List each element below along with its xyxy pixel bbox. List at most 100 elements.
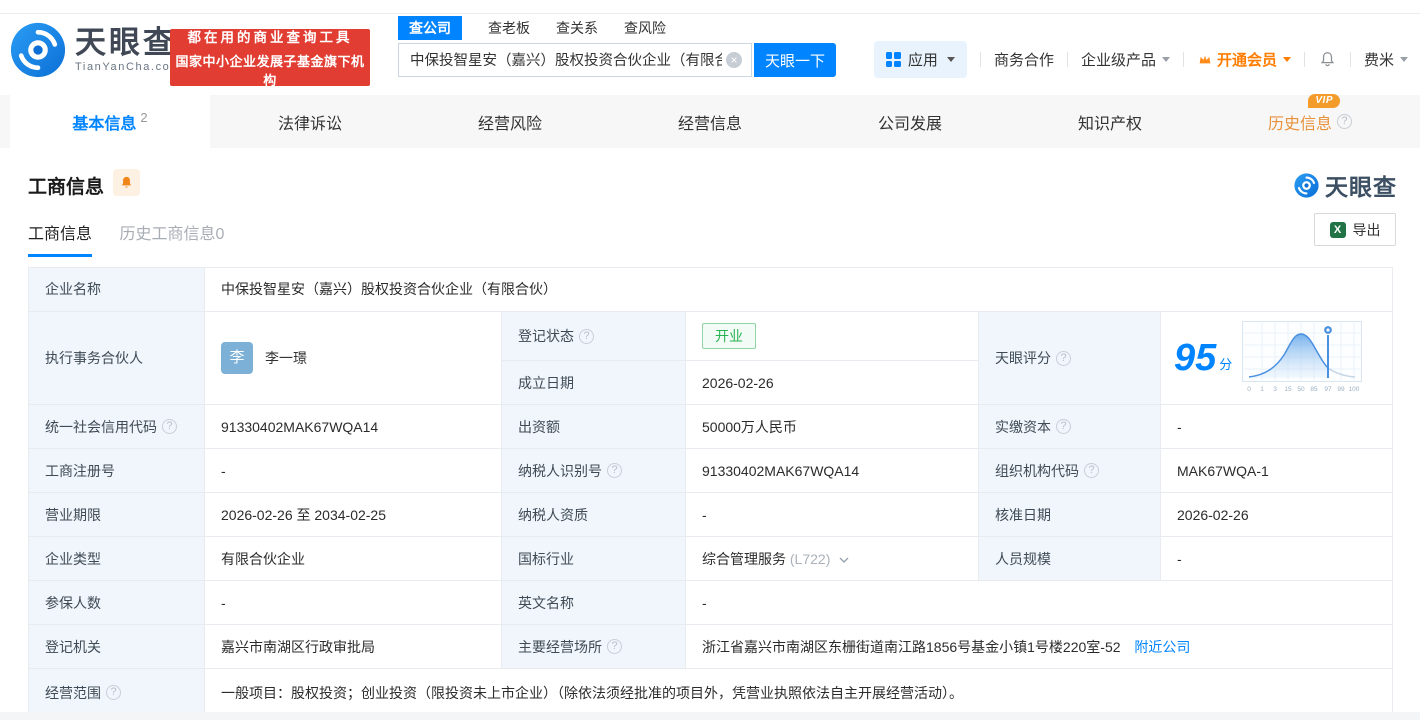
vip-badge: VIP: [1308, 93, 1340, 108]
tab-intellectual-property[interactable]: 知识产权: [1010, 95, 1210, 148]
tab-label: 公司发展: [877, 115, 942, 133]
help-icon[interactable]: [1056, 350, 1071, 366]
bottom-strip: [0, 712, 1420, 720]
brand-logo[interactable]: 天眼查 TianYanCha.com: [10, 22, 181, 78]
export-button[interactable]: 导出: [1314, 213, 1396, 246]
svg-text:0: 0: [1247, 386, 1251, 393]
field-label-org-code: 组织机构代码: [978, 448, 1161, 494]
divider: [1066, 52, 1068, 67]
help-icon[interactable]: [1084, 463, 1099, 479]
svg-text:100: 100: [1349, 386, 1360, 393]
nearby-companies-link[interactable]: 附近公司: [1134, 639, 1190, 655]
monitor-bell-button[interactable]: [113, 169, 140, 196]
tab-business-info[interactable]: 经营信息: [610, 95, 810, 148]
field-value-registration-number: -: [204, 448, 502, 494]
svg-text:1: 1: [1260, 386, 1264, 393]
status-badge: 开业: [702, 323, 756, 350]
field-value-company-type: 有限合伙企业: [204, 536, 502, 582]
svg-text:97: 97: [1325, 386, 1333, 393]
field-value-approval-date: 2026-02-26: [1159, 492, 1394, 538]
field-label-english-name: 英文名称: [501, 580, 686, 626]
field-value-registration-authority: 嘉兴市南湖区行政审批局: [204, 624, 502, 670]
search-input[interactable]: [399, 44, 722, 74]
field-value-paid-capital: -: [1159, 404, 1394, 450]
enterprise-products-label: 企业级产品: [1080, 52, 1156, 69]
apps-label: 应用: [907, 52, 938, 69]
partner-avatar: 李: [221, 342, 253, 375]
help-icon[interactable]: [1056, 419, 1071, 435]
search-tabs: 查公司 查老板 查关系 查风险: [398, 16, 836, 40]
field-label-business-site: 主要经营场所: [501, 624, 686, 670]
watermark-logo: 天眼查: [1294, 168, 1397, 202]
field-value-registration-status: 开业: [685, 310, 979, 362]
search-button[interactable]: 天眼一下: [754, 43, 836, 77]
industry-name: 综合管理服务: [702, 550, 786, 567]
chevron-down-icon: [1282, 57, 1291, 62]
divider: [1182, 52, 1184, 67]
tab-company-development[interactable]: 公司发展: [810, 95, 1010, 148]
help-icon[interactable]: [162, 419, 177, 435]
apps-grid-icon: [885, 52, 901, 67]
help-icon[interactable]: [607, 639, 622, 655]
tab-basic-info[interactable]: 基本信息 2: [10, 95, 210, 148]
username-label: 费米: [1363, 52, 1394, 69]
tianyancha-logo-icon: [1294, 172, 1319, 198]
field-label-company-type: 企业类型: [28, 536, 205, 582]
business-info-table: 企业名称 中保投智星安（嘉兴）股权投资合伙企业（有限合伙） 执行事务合伙人 李 …: [28, 267, 1394, 718]
field-label-staff-size: 人员规模: [978, 536, 1161, 582]
field-label-taxpayer-id: 纳税人识别号: [501, 448, 686, 494]
bell-icon: [122, 176, 131, 188]
brand-name: 天眼查: [75, 25, 177, 60]
field-label-capital: 出资额: [501, 404, 686, 450]
field-label-registration-number: 工商注册号: [28, 448, 205, 494]
field-value-capital: 50000万人民币: [685, 404, 979, 450]
site-header: 天眼查 TianYanCha.com 都在用的商业查询工具 国家中小企业发展子基…: [0, 14, 1420, 94]
divider: [1303, 52, 1305, 67]
tab-count-badge: 2: [140, 110, 148, 125]
tab-legal-litigation[interactable]: 法律诉讼: [210, 95, 410, 148]
search-tab-relation[interactable]: 查关系: [556, 16, 598, 40]
search-tab-risk[interactable]: 查风险: [624, 16, 666, 40]
subtab-bar: 工商信息 历史工商信息0 导出: [0, 213, 1420, 260]
nav-open-vip[interactable]: 开通会员: [1197, 49, 1291, 70]
help-icon[interactable]: [1337, 114, 1352, 129]
help-icon[interactable]: [106, 685, 121, 701]
field-label-insured-count: 参保人数: [28, 580, 205, 626]
help-icon[interactable]: [579, 328, 594, 344]
field-label-paid-capital: 实缴资本: [978, 404, 1161, 450]
field-value-credit-code: 91330402MAK67WQA14: [204, 404, 502, 450]
nav-business-coop[interactable]: 商务合作: [994, 49, 1054, 70]
tab-label: 历史信息: [1267, 115, 1332, 133]
watermark-text: 天眼查: [1325, 174, 1397, 200]
search-area: 查公司 查老板 查关系 查风险 天眼一下: [398, 16, 836, 77]
help-icon[interactable]: [607, 463, 622, 479]
field-value-english-name: -: [684, 580, 1394, 626]
field-value-org-code: MAK67WQA-1: [1159, 448, 1394, 494]
nav-user-menu[interactable]: 费米: [1364, 49, 1408, 70]
clear-icon[interactable]: [726, 52, 742, 68]
partner-name-link[interactable]: 李一璟: [265, 348, 307, 368]
nav-enterprise-products[interactable]: 企业级产品: [1081, 49, 1170, 70]
tab-label: 经营风险: [477, 115, 542, 133]
field-value-company-name: 中保投智星安（嘉兴）股权投资合伙企业（有限合伙）: [203, 267, 1394, 312]
notification-bell-icon[interactable]: [1318, 50, 1337, 69]
field-label-registration-status: 登记状态: [501, 310, 686, 362]
slogan-banner: 都在用的商业查询工具 国家中小企业发展子基金旗下机构: [170, 29, 370, 88]
apps-menu-button[interactable]: 应用: [873, 41, 967, 78]
search-tab-boss[interactable]: 查老板: [488, 16, 530, 40]
tab-operational-risk[interactable]: 经营风险: [410, 95, 610, 148]
field-value-establish-date: 2026-02-26: [685, 360, 979, 406]
tab-history-info[interactable]: VIP 历史信息: [1210, 93, 1410, 148]
industry-code: (L722): [789, 550, 831, 567]
search-tab-company[interactable]: 查公司: [398, 16, 462, 40]
tab-label: 法律诉讼: [277, 115, 342, 133]
field-value-business-term: 2026-02-26 至 2034-02-25: [204, 492, 502, 538]
chevron-down-icon: [1161, 57, 1170, 62]
subtab-history-business-info[interactable]: 历史工商信息0: [119, 220, 224, 257]
field-value-insured-count: -: [204, 580, 502, 626]
main-content: 工商信息 天眼查 工商信息 历史工商信息0 导出: [0, 148, 1420, 718]
subtab-business-info[interactable]: 工商信息: [28, 220, 93, 257]
chevron-down-icon[interactable]: [839, 557, 849, 563]
brand-domain: TianYanCha.com: [75, 61, 182, 73]
field-label-industry: 国标行业: [501, 536, 686, 582]
